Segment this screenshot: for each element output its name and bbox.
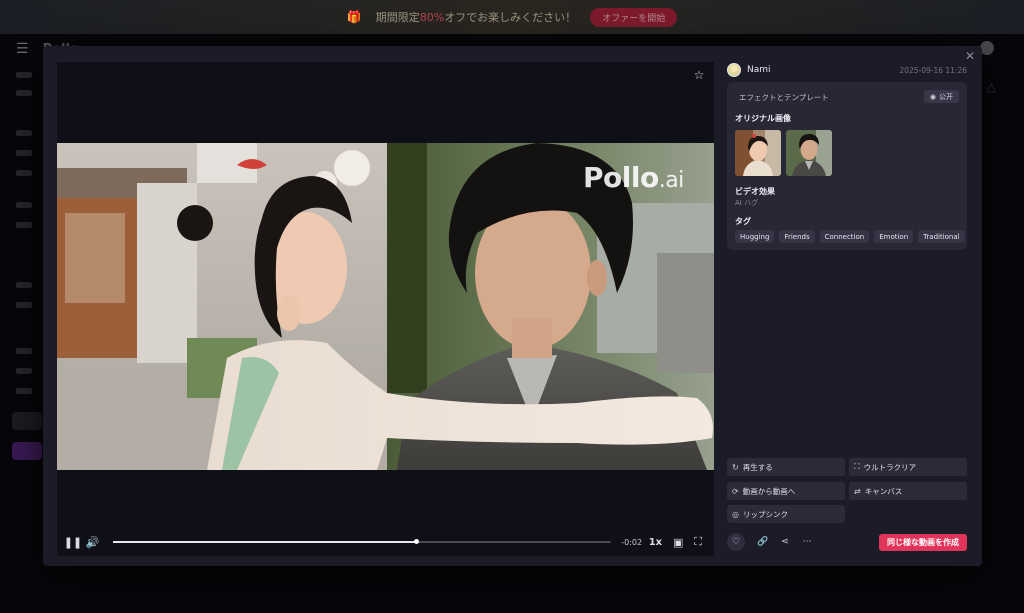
original-image-thumbnail[interactable] xyxy=(735,130,781,176)
bookmark-icon[interactable]: ☆ xyxy=(692,68,706,82)
effects-templates-label: エフェクトとテンプレート xyxy=(739,93,829,102)
tag-list: Hugging Friends Connection Emotion Tradi… xyxy=(735,230,965,243)
ultra-clear-button[interactable]: ⛶ ウルトラクリア xyxy=(849,458,967,476)
lips-icon: ◎ xyxy=(732,509,739,519)
sidebar-item[interactable] xyxy=(16,222,32,228)
seek-handle[interactable] xyxy=(414,539,420,544)
sidebar xyxy=(0,64,44,613)
seek-progress xyxy=(112,541,417,543)
eye-icon: ◉ xyxy=(929,92,936,101)
video-player[interactable]: ☆ Pollo.ai ❚❚ 🔊 -0:02 1x ▣ ⛶ xyxy=(57,62,714,556)
modal-footer: ♡ 🔗 ⋖ ⋯ 同じ様な動画を作成 xyxy=(727,533,967,551)
player-controls: ❚❚ 🔊 -0:02 1x ▣ ⛶ xyxy=(57,528,714,556)
sidebar-button[interactable] xyxy=(12,412,42,430)
time-remaining: -0:02 xyxy=(621,537,643,547)
volume-icon[interactable]: 🔊 xyxy=(83,532,103,552)
sidebar-item[interactable] xyxy=(16,130,32,136)
sidebar-item[interactable] xyxy=(16,282,32,288)
convert-icon: ⟳ xyxy=(732,486,739,496)
info-card: エフェクトとテンプレート ◉ 公开 オリジナル画像 ビデオ効果 AI ハグ タグ… xyxy=(727,82,967,250)
tag-chip[interactable]: Emotion xyxy=(874,230,914,243)
sidebar-item[interactable] xyxy=(16,388,32,394)
visibility-button[interactable]: ◉ 公开 xyxy=(923,90,959,103)
canvas-button[interactable]: ⇄ キャンバス xyxy=(849,482,967,500)
sidebar-upgrade-button[interactable] xyxy=(12,442,42,460)
replay-button[interactable]: ↻ 再生する xyxy=(727,458,845,476)
author-row: Nami 2025-09-16 11:26 xyxy=(727,62,967,78)
author-name[interactable]: Nami xyxy=(747,65,771,75)
tag-chip[interactable]: Traditional xyxy=(918,230,965,243)
gift-icon: 🎁 xyxy=(346,10,362,24)
tags-label: タグ xyxy=(735,217,751,226)
account-avatar[interactable] xyxy=(980,41,994,55)
tag-chip[interactable]: Friends xyxy=(779,230,815,243)
original-images-label: オリジナル画像 xyxy=(735,114,791,123)
promo-text: 期間限定80%オフでお楽しみください！ xyxy=(375,11,577,24)
sidebar-item[interactable] xyxy=(16,170,32,176)
original-image-thumbnail[interactable] xyxy=(786,130,832,176)
sidebar-item[interactable] xyxy=(16,150,32,156)
video-to-video-button[interactable]: ⟳ 動画から動画へ xyxy=(727,482,845,500)
sidebar-item[interactable] xyxy=(16,90,32,96)
sidebar-item[interactable] xyxy=(16,348,32,354)
promo-offer-button[interactable]: オファーを開始 xyxy=(590,7,678,27)
playback-speed-button[interactable]: 1x xyxy=(643,537,669,548)
created-date: 2025-09-16 11:26 xyxy=(899,65,967,75)
lip-sync-button[interactable]: ◎ リップシンク xyxy=(727,505,845,523)
tag-chip[interactable]: Hugging xyxy=(735,230,775,243)
link-icon[interactable]: 🔗 xyxy=(755,534,771,550)
enhance-icon: ⛶ xyxy=(854,462,860,471)
fullscreen-icon[interactable]: ⛶ xyxy=(688,532,708,552)
video-effect-label: ビデオ効果 xyxy=(735,187,775,196)
tag-chip[interactable]: Connection xyxy=(819,230,870,243)
sidebar-item[interactable] xyxy=(16,368,32,374)
seek-bar[interactable] xyxy=(112,539,611,544)
sidebar-item[interactable] xyxy=(16,72,32,78)
author-avatar[interactable] xyxy=(727,63,741,77)
video-detail-modal: ✕ ☆ Pollo.ai ❚❚ 🔊 -0:02 1x ▣ ⛶ Nami 2025… xyxy=(43,46,982,566)
hamburger-menu-icon[interactable]: ☰ xyxy=(16,41,29,57)
refresh-icon: ↻ xyxy=(732,462,739,472)
share-icon[interactable]: ⋖ xyxy=(777,534,793,550)
sidebar-item[interactable] xyxy=(16,202,32,208)
like-icon[interactable]: ♡ xyxy=(727,533,745,551)
more-icon[interactable]: ⋯ xyxy=(799,534,815,550)
video-effect-value[interactable]: AI ハグ xyxy=(735,198,758,208)
sidebar-item[interactable] xyxy=(16,302,32,308)
promo-banner: 🎁 期間限定80%オフでお楽しみください！ オファーを開始 xyxy=(0,0,1024,34)
picture-in-picture-icon[interactable]: ▣ xyxy=(668,532,688,552)
notification-icon[interactable]: △ xyxy=(987,80,996,94)
create-similar-button[interactable]: 同じ様な動画を作成 xyxy=(879,533,967,551)
canvas-icon: ⇄ xyxy=(854,486,861,496)
video-frame: Pollo.ai xyxy=(57,143,714,470)
pause-icon[interactable]: ❚❚ xyxy=(63,532,83,552)
watermark: Pollo.ai xyxy=(583,161,684,194)
